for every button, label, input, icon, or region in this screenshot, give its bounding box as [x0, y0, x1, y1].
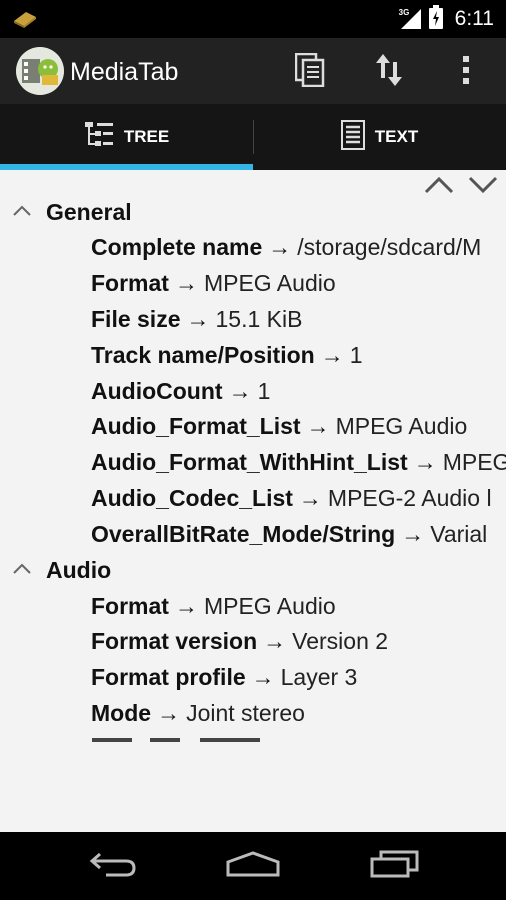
- row-value: /storage/sdcard/M: [297, 234, 482, 261]
- tab-bar: TREE TEXT: [0, 104, 506, 170]
- arrow-icon: →: [174, 592, 198, 619]
- home-button[interactable]: [218, 846, 288, 886]
- battery-icon: [428, 4, 443, 34]
- status-bar: 3G 6:11: [0, 0, 506, 38]
- copy-icon: [294, 52, 325, 92]
- row-value: 15.1 KiB: [215, 305, 303, 332]
- sort-button[interactable]: [367, 50, 411, 94]
- row-key: Format: [91, 592, 169, 619]
- tree-row[interactable]: Format version → Version 2: [0, 624, 506, 660]
- section-general[interactable]: General: [0, 194, 506, 230]
- row-key: Audio_Format_WithHint_List: [91, 449, 408, 476]
- app-title: MediaTab: [70, 58, 179, 86]
- arrow-icon: →: [268, 234, 292, 261]
- row-key: Format profile: [91, 664, 246, 691]
- row-key: OverallBitRate_Mode/String: [91, 520, 396, 547]
- tree-row[interactable]: Complete name →/storage/sdcard/M: [0, 230, 506, 266]
- row-value: 1: [349, 341, 363, 368]
- tree-row[interactable]: Audio_Format_List → MPEG Audio: [0, 409, 506, 445]
- section-audio[interactable]: Audio: [0, 552, 506, 588]
- arrow-icon: →: [413, 449, 437, 476]
- arrow-icon: →: [401, 520, 425, 547]
- tab-text[interactable]: TEXT: [253, 104, 506, 170]
- row-key: Track name/Position: [91, 341, 315, 368]
- tree-row[interactable]: Audio_Codec_List → MPEG-2 Audio l: [0, 481, 506, 517]
- row-key: File size: [91, 305, 181, 332]
- overflow-menu-button[interactable]: [444, 50, 488, 94]
- collapse-chevron-icon: [12, 204, 32, 223]
- action-bar: MediaTab: [0, 38, 506, 104]
- row-key: Mode: [91, 699, 152, 726]
- tab-tree[interactable]: TREE: [0, 104, 253, 170]
- tab-tree-label: TREE: [123, 127, 170, 146]
- row-value: MPEG Audio: [203, 592, 336, 619]
- back-icon: [88, 850, 138, 883]
- tree-row[interactable]: Format → MPEG Audio: [0, 266, 506, 302]
- home-icon: [225, 850, 281, 882]
- arrow-icon: →: [157, 699, 181, 726]
- text-document-icon: [340, 119, 365, 155]
- section-title: Audio: [46, 556, 112, 583]
- arrow-icon: →: [228, 377, 252, 404]
- tree-row[interactable]: Format → MPEG Audio: [0, 588, 506, 624]
- tree-icon: [84, 121, 114, 154]
- arrow-icon: →: [298, 484, 322, 511]
- tree-row[interactable]: AudioCount → 1: [0, 373, 506, 409]
- tab-text-label: TEXT: [374, 127, 419, 146]
- row-key: Format version: [91, 628, 258, 655]
- row-value: Layer 3: [280, 664, 358, 691]
- row-value: Joint stereo: [186, 699, 305, 726]
- arrow-icon: →: [263, 628, 287, 655]
- collapse-chevron-icon: [12, 562, 32, 581]
- arrow-icon: →: [306, 413, 330, 440]
- more-vertical-icon: [462, 55, 470, 90]
- recent-apps-icon: [369, 850, 421, 883]
- row-value: MPEG Audio: [203, 270, 336, 297]
- row-key: Format: [91, 270, 169, 297]
- row-value: Varial: [430, 520, 488, 547]
- tree-view[interactable]: General Complete name →/storage/sdcard/M …: [0, 170, 506, 832]
- row-value: Version 2: [292, 628, 389, 655]
- copy-button[interactable]: [288, 50, 332, 94]
- row-value: MPEG Audio: [335, 413, 468, 440]
- partially-hidden-row: [0, 731, 506, 743]
- notification-icon: [12, 9, 38, 34]
- tree-row[interactable]: Mode → Joint stereo: [0, 696, 506, 732]
- row-key: Audio_Codec_List: [91, 484, 293, 511]
- row-value: 1: [257, 377, 271, 404]
- tree-list: General Complete name →/storage/sdcard/M …: [0, 194, 506, 743]
- network-icon: 3G: [399, 8, 423, 30]
- app-logo-icon[interactable]: [16, 47, 64, 95]
- arrow-icon: →: [251, 664, 275, 691]
- row-key: Complete name: [91, 234, 263, 261]
- row-value: MPEG: [442, 449, 506, 476]
- section-title: General: [46, 198, 132, 225]
- tree-row[interactable]: OverallBitRate_Mode/String → Varial: [0, 516, 506, 552]
- tree-row[interactable]: Audio_Format_WithHint_List → MPEG: [0, 445, 506, 481]
- sort-arrows-icon: [375, 52, 403, 93]
- arrow-icon: →: [186, 305, 210, 332]
- row-key: AudioCount: [91, 377, 223, 404]
- clock: 6:11: [454, 7, 494, 30]
- arrow-icon: →: [174, 270, 198, 297]
- tree-row[interactable]: File size → 15.1 KiB: [0, 302, 506, 338]
- row-key: Audio_Format_List: [91, 413, 301, 440]
- back-button[interactable]: [78, 846, 148, 886]
- recent-apps-button[interactable]: [360, 846, 430, 886]
- tree-row[interactable]: Track name/Position → 1: [0, 337, 506, 373]
- row-value: MPEG-2 Audio l: [327, 484, 492, 511]
- system-nav-bar: [0, 832, 506, 900]
- arrow-icon: →: [320, 341, 344, 368]
- tree-row[interactable]: Format profile → Layer 3: [0, 660, 506, 696]
